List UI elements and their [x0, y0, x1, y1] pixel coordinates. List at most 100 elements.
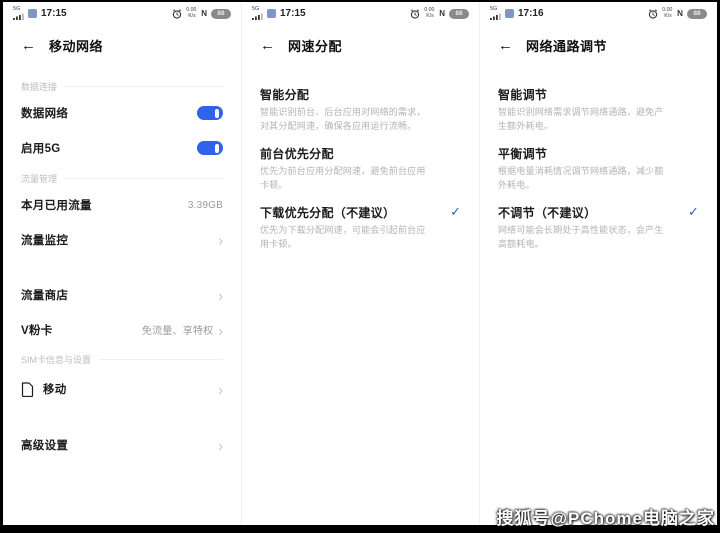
status-bar: 5G 17:15 0.00 K/s N 88: [3, 2, 241, 21]
options-list: 智能分配 智能识别前台、后台应用对网络的需求，对其分配网速，确保各应用运行流畅。…: [242, 86, 479, 252]
chevron-right-icon: ›: [218, 230, 223, 250]
chevron-right-icon: ›: [218, 435, 223, 455]
status-left: 5G 17:15: [13, 7, 67, 20]
option-smart-adjustment[interactable]: 智能调节 智能识别网络需求调节网络通路，避免产生额外耗电。: [498, 86, 699, 134]
group-gap: [21, 257, 223, 277]
status-time: 17:15: [41, 8, 67, 19]
row-label: 数据网络: [21, 108, 69, 120]
screen-speed-allocation: 5G 17:15 0.00 K/s N 88 ← 网速分配 智能分配 智能识别前…: [240, 2, 479, 525]
signal-bars-icon: [13, 13, 24, 20]
row-data-monitor[interactable]: 流量监控 ›: [21, 223, 223, 257]
option-title: 下载优先分配（不建议）: [259, 205, 396, 220]
status-right: 0.00 K/s N 88: [648, 8, 707, 19]
option-title: 不调节（不建议）: [497, 205, 597, 220]
signal-bars-icon: [489, 13, 501, 20]
row-v-fan-card[interactable]: V粉卡 免流量、享特权 ›: [21, 312, 223, 347]
network-speed-indicator: 0.00 K/s: [186, 8, 197, 19]
back-button[interactable]: ←: [498, 38, 513, 53]
battery-percent: 88: [693, 10, 701, 17]
row-data-store[interactable]: 流量商店 ›: [21, 277, 223, 312]
page-title: 网速分配: [287, 38, 342, 54]
notification-app-icon: [28, 9, 37, 18]
nfc-icon: N: [201, 9, 207, 18]
row-label: 高级设置: [21, 440, 69, 452]
screen-mobile-network: 5G 17:15 0.00 K/s N 88 ← 移动网络 数据连接 数据网络 …: [3, 2, 241, 525]
nfc-icon: N: [677, 9, 683, 18]
settings-list: 数据连接 数据网络 启用5G 流量管理 本月已用流量 3.39GB 流量监控 ›…: [3, 77, 241, 463]
checkmark-icon: ✓: [450, 203, 461, 219]
option-title: 智能调节: [497, 88, 548, 102]
row-advanced-settings[interactable]: 高级设置 ›: [21, 427, 223, 463]
sim-card-icon: [21, 381, 34, 397]
row-enable-5g[interactable]: 启用5G: [21, 131, 223, 165]
row-label: V粉卡: [21, 324, 53, 337]
toggle-data-network[interactable]: [196, 106, 223, 120]
net-speed-unit: K/s: [188, 12, 196, 19]
option-title: 平衡调节: [497, 146, 548, 161]
option-description: 优先为下载分配网速，可能会引起前台应用卡顿。: [259, 224, 426, 249]
net-speed-unit: K/s: [426, 12, 434, 19]
chevron-right-icon: ›: [218, 379, 223, 399]
battery-percent: 88: [217, 10, 225, 17]
signal-bars-icon: [251, 13, 263, 20]
signal-icon: 5G: [13, 7, 24, 20]
v-fan-card-value: 免流量、享特权: [141, 326, 214, 337]
option-download-priority-selected[interactable]: 下载优先分配（不建议） 优先为下载分配网速，可能会引起前台应用卡顿。 ✓: [260, 204, 461, 252]
net-speed-unit: K/s: [664, 12, 672, 19]
section-label-data-connection: 数据连接: [21, 77, 223, 95]
alarm-icon: [649, 8, 658, 19]
alarm-icon: [411, 8, 420, 19]
option-description: 网络可能会长期处于高性能状态，会产生高额耗电。: [497, 224, 664, 249]
status-time: 17:16: [517, 8, 544, 19]
alarm-icon: [173, 8, 182, 19]
option-no-adjustment-selected[interactable]: 不调节（不建议） 网络可能会长期处于高性能状态，会产生高额耗电。 ✓: [498, 204, 699, 252]
watermark: 搜狐号@PChome电脑之家: [496, 509, 715, 528]
section-divider: [65, 85, 223, 87]
back-button[interactable]: ←: [21, 38, 36, 53]
nav-header: ← 网速分配: [242, 21, 479, 57]
triple-screenshot-board: 5G 17:15 0.00 K/s N 88 ← 移动网络 数据连接 数据网络 …: [3, 2, 717, 525]
back-button[interactable]: ←: [260, 38, 275, 53]
section-label-data-management: 流量管理: [21, 169, 223, 187]
chevron-right-icon: ›: [218, 320, 223, 339]
checkmark-icon: ✓: [688, 203, 699, 219]
row-label: 流量监控: [21, 235, 69, 247]
notification-app-icon: [266, 9, 276, 18]
row-label: 启用5G: [21, 143, 61, 155]
section-divider: [65, 177, 223, 179]
row-label-text: 移动: [43, 384, 67, 396]
nav-header: ← 网络通路调节: [480, 21, 717, 57]
toggle-knob: [214, 143, 219, 153]
status-left: 5G 17:15: [251, 7, 306, 20]
option-balanced-adjustment[interactable]: 平衡调节 根据电量消耗情况调节网络通路，减少额外耗电。: [498, 145, 699, 193]
row-label: 流量商店: [21, 289, 69, 302]
nfc-icon: N: [439, 9, 445, 18]
status-right: 0.00 K/s N 88: [410, 8, 469, 19]
group-gap: [21, 409, 223, 427]
battery-percent: 88: [455, 10, 463, 17]
row-data-network[interactable]: 数据网络: [21, 95, 223, 131]
signal-icon: 5G: [489, 7, 501, 20]
option-smart-allocation[interactable]: 智能分配 智能识别前台、后台应用对网络的需求，对其分配网速，确保各应用运行流畅。: [260, 86, 461, 134]
status-right: 0.00 K/s N 88: [172, 8, 231, 19]
option-foreground-priority[interactable]: 前台优先分配 优先为前台应用分配网速，避免前台应用卡顿。: [260, 145, 461, 193]
status-time: 17:15: [279, 8, 306, 19]
status-bar: 5G 17:16 0.00 K/s N 88: [480, 2, 717, 21]
network-speed-indicator: 0.00 K/s: [424, 8, 435, 19]
status-left: 5G 17:16: [489, 7, 544, 20]
signal-icon: 5G: [251, 7, 263, 20]
screenshot-frame: 5G 17:15 0.00 K/s N 88 ← 移动网络 数据连接 数据网络 …: [0, 0, 720, 533]
options-list: 智能调节 智能识别网络需求调节网络通路，避免产生额外耗电。 平衡调节 根据电量消…: [480, 86, 717, 252]
nav-header: ← 移动网络: [3, 21, 241, 57]
status-bar: 5G 17:15 0.00 K/s N 88: [242, 2, 479, 21]
page-title: 网络通路调节: [525, 38, 607, 54]
section-divider: [99, 358, 223, 360]
option-description: 优先为前台应用分配网速，避免前台应用卡顿。: [259, 165, 426, 190]
row-sim-mobile[interactable]: 移动 ›: [21, 369, 223, 409]
notification-app-icon: [504, 9, 514, 18]
section-label-sim: SIM卡信息与设置: [21, 349, 223, 369]
month-usage-value: 3.39GB: [187, 199, 223, 211]
battery-icon: 88: [210, 8, 231, 19]
toggle-enable-5g[interactable]: [196, 141, 223, 155]
chevron-right-icon: ›: [218, 285, 223, 304]
